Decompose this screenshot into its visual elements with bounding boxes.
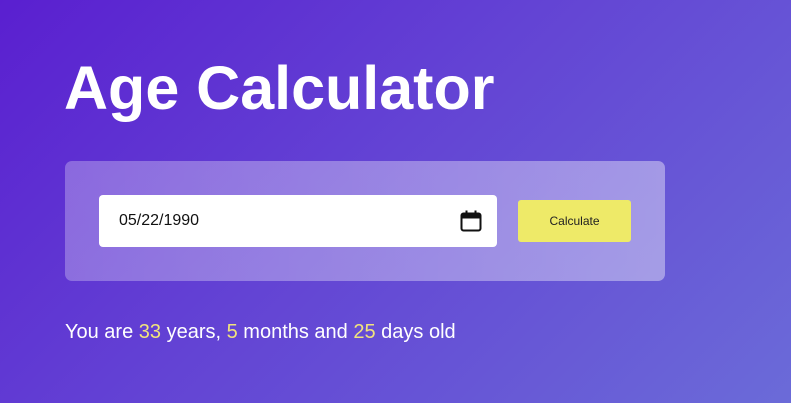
calendar-icon[interactable]: [459, 209, 483, 233]
page-title: Age Calculator: [64, 54, 495, 122]
result-years: 33: [138, 321, 162, 343]
result-months-label: months and: [237, 321, 354, 343]
result-days: 25: [353, 321, 376, 343]
age-result: You are 33 years, 5 months and 25 days o…: [65, 319, 456, 345]
calculate-button[interactable]: Calculate: [518, 200, 631, 242]
result-prefix: You are: [65, 321, 139, 343]
result-days-label: days old: [375, 321, 456, 343]
birthdate-value[interactable]: 05/22/1990: [119, 195, 199, 247]
birthdate-field[interactable]: 05/22/1990: [99, 195, 497, 247]
result-years-label: years,: [161, 321, 227, 343]
date-input-card: 05/22/1990 Calculate: [65, 161, 665, 281]
result-months: 5: [226, 321, 238, 343]
